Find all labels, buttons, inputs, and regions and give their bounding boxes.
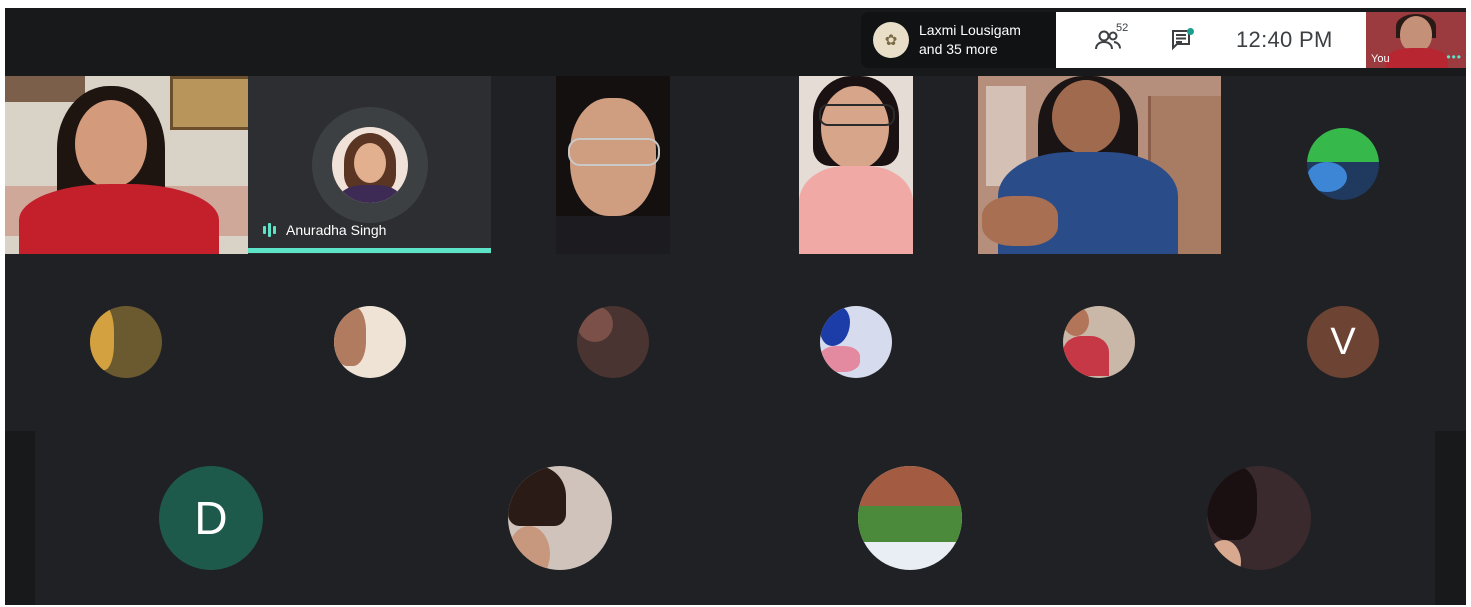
meeting-clock: 12:40 PM — [1236, 27, 1333, 52]
participant-avatar[interactable] — [820, 306, 892, 378]
meet-call-screen: ✿ Laxmi Lousigam and 35 more 52 12:40 PM… — [5, 8, 1466, 605]
participant-avatar[interactable] — [1063, 306, 1135, 378]
participant-avatar[interactable] — [90, 306, 162, 378]
avatar-art — [1063, 306, 1089, 336]
gallery-edge-left — [5, 431, 35, 605]
participants-button[interactable]: 52 — [1078, 20, 1138, 60]
face — [821, 86, 889, 170]
face — [75, 100, 147, 188]
face — [354, 143, 386, 183]
avatar-art — [577, 306, 613, 342]
glasses — [819, 104, 895, 126]
top-bar: ✿ Laxmi Lousigam and 35 more 52 12:40 PM… — [5, 8, 1466, 76]
participant-initial-avatar-v[interactable]: V — [1307, 306, 1379, 378]
participant-avatar[interactable] — [858, 466, 962, 570]
participant-video-tile[interactable] — [978, 76, 1221, 254]
face — [1052, 80, 1120, 154]
speaker-name: Anuradha Singh — [286, 222, 387, 238]
participant-avatar[interactable] — [577, 306, 649, 378]
sweater — [19, 184, 219, 254]
top — [556, 216, 670, 254]
avatar-art — [334, 306, 366, 366]
hand — [982, 196, 1058, 246]
participant-avatar[interactable] — [1307, 128, 1379, 200]
presentation-participants-pill[interactable]: ✿ Laxmi Lousigam and 35 more — [861, 12, 1061, 68]
presenter-text: Laxmi Lousigam and 35 more — [919, 21, 1021, 59]
participant-video-tile[interactable] — [799, 76, 913, 254]
more-options-icon[interactable]: ••• — [1446, 50, 1462, 64]
avatar-art — [1307, 162, 1347, 192]
participant-avatar[interactable] — [508, 466, 612, 570]
participant-avatar[interactable] — [1207, 466, 1311, 570]
self-face — [1400, 16, 1432, 52]
butterfly-wing — [820, 306, 850, 346]
self-view-label: You — [1371, 53, 1390, 65]
audio-level-icon — [263, 223, 276, 237]
top — [799, 166, 913, 254]
self-view-tile[interactable]: You ••• — [1366, 12, 1466, 68]
presenter-name: Laxmi Lousigam — [919, 22, 1021, 38]
presenter-avatar: ✿ — [873, 22, 909, 58]
active-speaker-indicator — [248, 248, 491, 253]
avatar-initial: D — [194, 492, 228, 544]
presenter-more: and 35 more — [919, 41, 998, 57]
avatar-art — [1063, 336, 1109, 376]
top — [340, 185, 400, 203]
chat-button[interactable] — [1162, 20, 1202, 60]
self-body — [1386, 48, 1448, 68]
speaker-name-label: Anuradha Singh — [263, 222, 386, 238]
participants-count: 52 — [1116, 22, 1129, 34]
gallery-edge-right — [1435, 431, 1466, 605]
avatar-art — [820, 346, 860, 372]
avatar-art — [90, 306, 114, 370]
participant-avatar[interactable] — [334, 306, 406, 378]
participant-initial-avatar-d[interactable]: D — [159, 466, 263, 570]
meeting-controls: 52 12:40 PM — [1056, 12, 1366, 68]
participant-video-tile[interactable] — [556, 76, 670, 254]
bookshelf — [5, 76, 85, 102]
participant-row-1 — [5, 76, 1466, 254]
chat-notification-dot — [1187, 28, 1194, 35]
lawn — [858, 506, 962, 542]
avatar-art — [1307, 128, 1379, 162]
speaker-avatar-ring — [312, 107, 428, 223]
glasses — [568, 138, 660, 166]
speaker-avatar — [332, 127, 408, 203]
wall-frame — [170, 76, 248, 130]
participant-video-tile[interactable] — [5, 76, 248, 254]
avatar-initial: V — [1330, 320, 1356, 363]
